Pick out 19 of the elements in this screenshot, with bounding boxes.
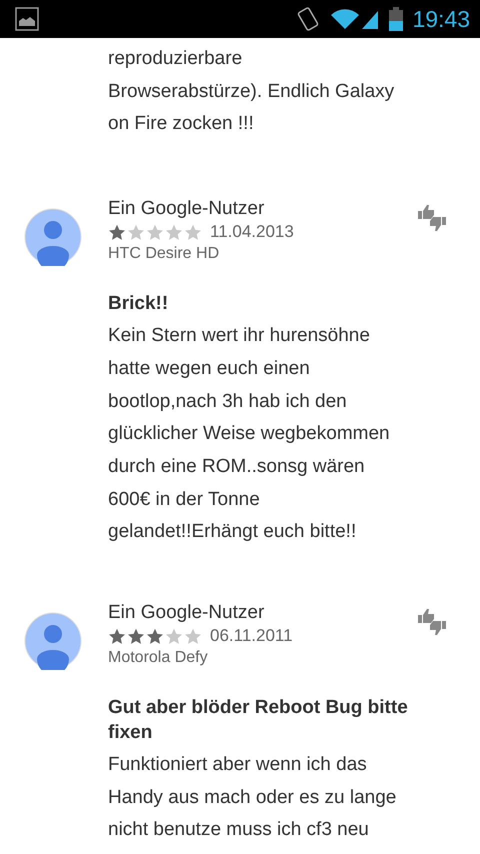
thumbs-icon[interactable] [416, 607, 448, 638]
review-text: Funktioniert aber wenn ich das Handy aus mach oder es zu lange nicht benutze muss ich cf3 neu [108, 753, 398, 842]
review-text: Kein Stern wert ihr hurensöhne hatte wegen euch einen bootlop,nach 3h hab ich den glücklicher Weise wegbekommen durch eine ROM..sonsg wären 600€ in der Tonne gelandet!!Erhängt euch bitte!! [108, 324, 391, 544]
review-title: Brick!! [108, 292, 170, 316]
avatar-icon [24, 208, 82, 266]
avatar-icon [24, 612, 82, 670]
review-text: reproduzierbare Browserabstürze). Endlich Galaxy on Fire zocken !!! [107, 47, 396, 136]
vibrate-icon [296, 6, 320, 32]
review-date: 06.11.2011 [210, 625, 293, 648]
author-name: Ein Google-Nutzer [108, 601, 266, 626]
author-name: Ein Google-Nutzer [108, 197, 266, 222]
clock: 19:43 [412, 6, 470, 32]
picture-icon [15, 7, 39, 31]
battery-icon [388, 6, 404, 32]
review-date: 11.04.2013 [210, 221, 294, 244]
thumbs-icon[interactable] [416, 203, 448, 234]
device-name: Motorola Defy [108, 648, 209, 668]
review-title: Gut aber blöder Reboot Bug bitte fixen [108, 696, 409, 746]
device-name: HTC Desire HD [108, 244, 220, 264]
